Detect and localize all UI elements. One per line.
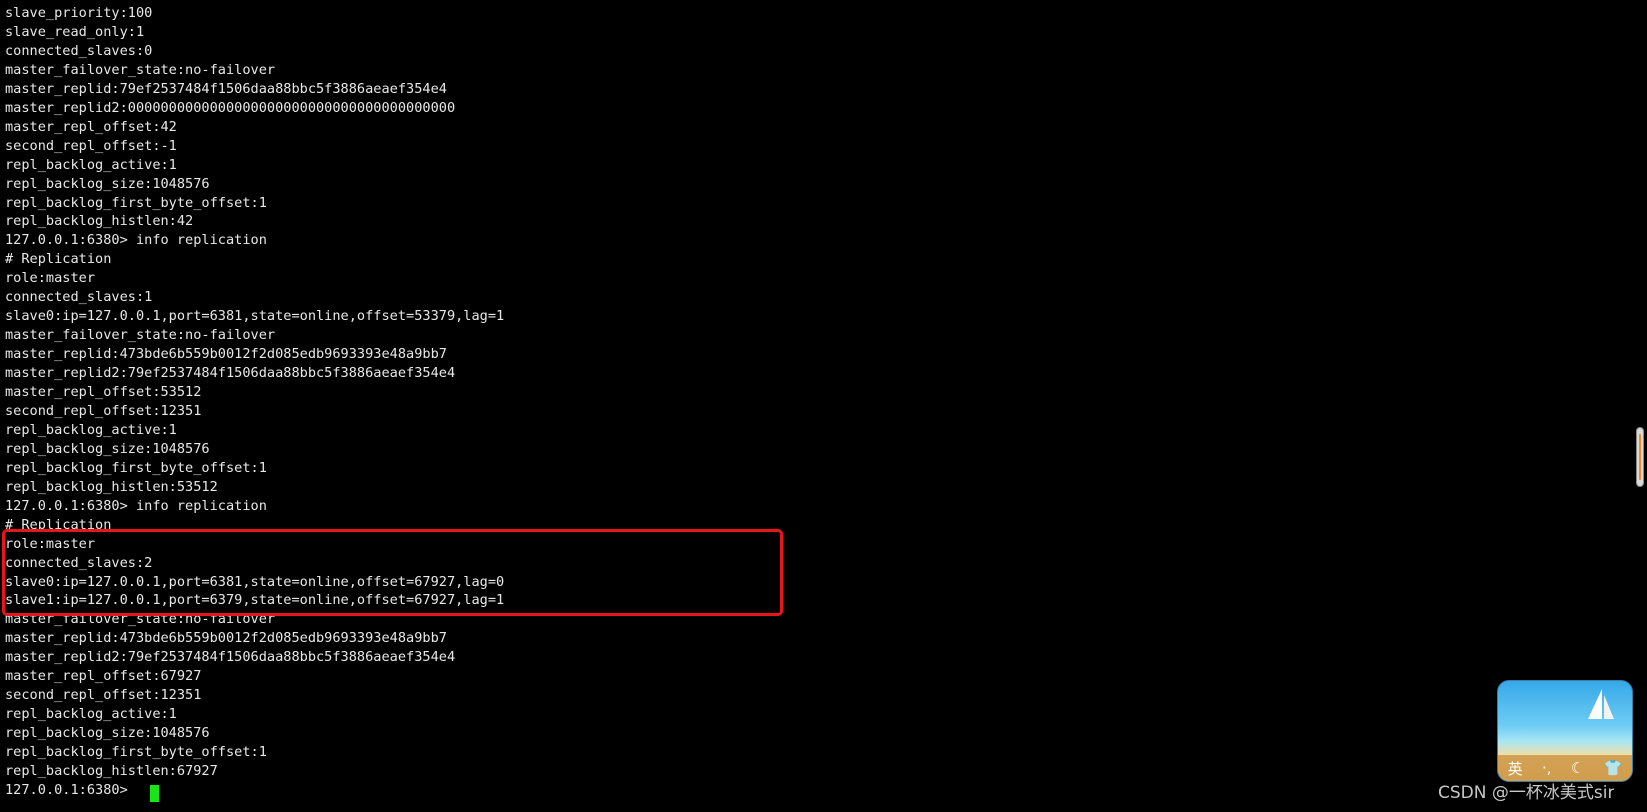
terminal-line: second_repl_offset:-1 bbox=[5, 137, 177, 154]
terminal-line: connected_slaves:1 bbox=[5, 289, 153, 306]
terminal-line: repl_backlog_active:1 bbox=[5, 421, 177, 438]
terminal-line: master_replid:79ef2537484f1506daa88bbc5f… bbox=[5, 80, 447, 97]
scrollbar[interactable] bbox=[1634, 0, 1647, 812]
terminal-line: master_repl_offset:53512 bbox=[5, 384, 202, 400]
terminal-line: repl_backlog_size:1048576 bbox=[5, 725, 210, 742]
terminal-line: second_repl_offset:12351 bbox=[5, 687, 202, 704]
shirt-icon[interactable]: 👕 bbox=[1604, 759, 1623, 777]
terminal-line: master_repl_offset:67927 bbox=[5, 668, 202, 685]
terminal-line: master_failover_state:no-failover bbox=[5, 61, 276, 78]
punctuation-icon[interactable]: ·, bbox=[1542, 759, 1552, 777]
moon-icon[interactable]: ☾ bbox=[1571, 759, 1584, 777]
terminal-output[interactable]: slave_priority:100 slave_read_only:1conne… bbox=[0, 0, 1634, 812]
terminal-line: master_replid2:79ef2537484f1506daa88bbc5… bbox=[5, 649, 456, 666]
terminal-line: repl_backlog_first_byte_offset:1 bbox=[5, 194, 267, 211]
sailboat-sail-icon bbox=[1604, 695, 1614, 719]
terminal-line: master_replid:473bde6b559b0012f2d085edb9… bbox=[5, 630, 447, 647]
terminal-line: master_repl_offset:42 bbox=[5, 118, 177, 135]
terminal-line: repl_backlog_active:1 bbox=[5, 706, 177, 723]
ime-toolbar[interactable]: 英 ·, ☾ 👕 bbox=[1498, 755, 1632, 781]
terminal-line: master_replid:473bde6b559b0012f2d085edb9… bbox=[5, 346, 447, 363]
ime-status-widget[interactable]: 英 ·, ☾ 👕 bbox=[1497, 680, 1633, 782]
terminal-line: slave_read_only:1 bbox=[5, 23, 145, 40]
watermark: CSDN @一杯冰美式sir bbox=[1438, 783, 1615, 803]
terminal-line: repl_backlog_first_byte_offset:1 bbox=[5, 744, 267, 761]
terminal-line: master_failover_state:no-failover bbox=[5, 327, 276, 344]
terminal-line: 127.0.0.1:6380> info replication bbox=[5, 232, 267, 249]
terminal-line: repl_backlog_histlen:53512 bbox=[5, 478, 218, 495]
terminal-line: slave_priority:100 bbox=[5, 5, 153, 21]
terminal-line: repl_backlog_size:1048576 bbox=[5, 440, 210, 457]
sailboat-icon bbox=[1588, 689, 1602, 719]
terminal-line: 127.0.0.1:6380> bbox=[5, 781, 136, 798]
terminal-line: repl_backlog_histlen:42 bbox=[5, 213, 194, 230]
terminal-line: repl_backlog_active:1 bbox=[5, 156, 177, 173]
terminal-line: repl_backlog_size:1048576 bbox=[5, 175, 210, 192]
highlight-annotation-box bbox=[2, 529, 783, 616]
terminal-line: # Replication bbox=[5, 251, 112, 268]
terminal-line: 127.0.0.1:6380> info replication bbox=[5, 497, 267, 514]
terminal-line: role:master bbox=[5, 270, 96, 287]
terminal-line: master_replid2:79ef2537484f1506daa88bbc5… bbox=[5, 365, 456, 382]
terminal-line: repl_backlog_first_byte_offset:1 bbox=[5, 459, 267, 476]
ime-mode-label[interactable]: 英 bbox=[1508, 758, 1523, 779]
terminal-line: connected_slaves:0 bbox=[5, 42, 153, 59]
terminal-line: second_repl_offset:12351 bbox=[5, 402, 202, 419]
terminal-line: repl_backlog_histlen:67927 bbox=[5, 763, 218, 779]
terminal-line: slave0:ip=127.0.0.1,port=6381,state=onli… bbox=[5, 308, 505, 325]
terminal-line: master_replid2:0000000000000000000000000… bbox=[5, 99, 456, 116]
scrollbar-thumb[interactable] bbox=[1636, 427, 1644, 487]
terminal-cursor bbox=[150, 785, 159, 802]
